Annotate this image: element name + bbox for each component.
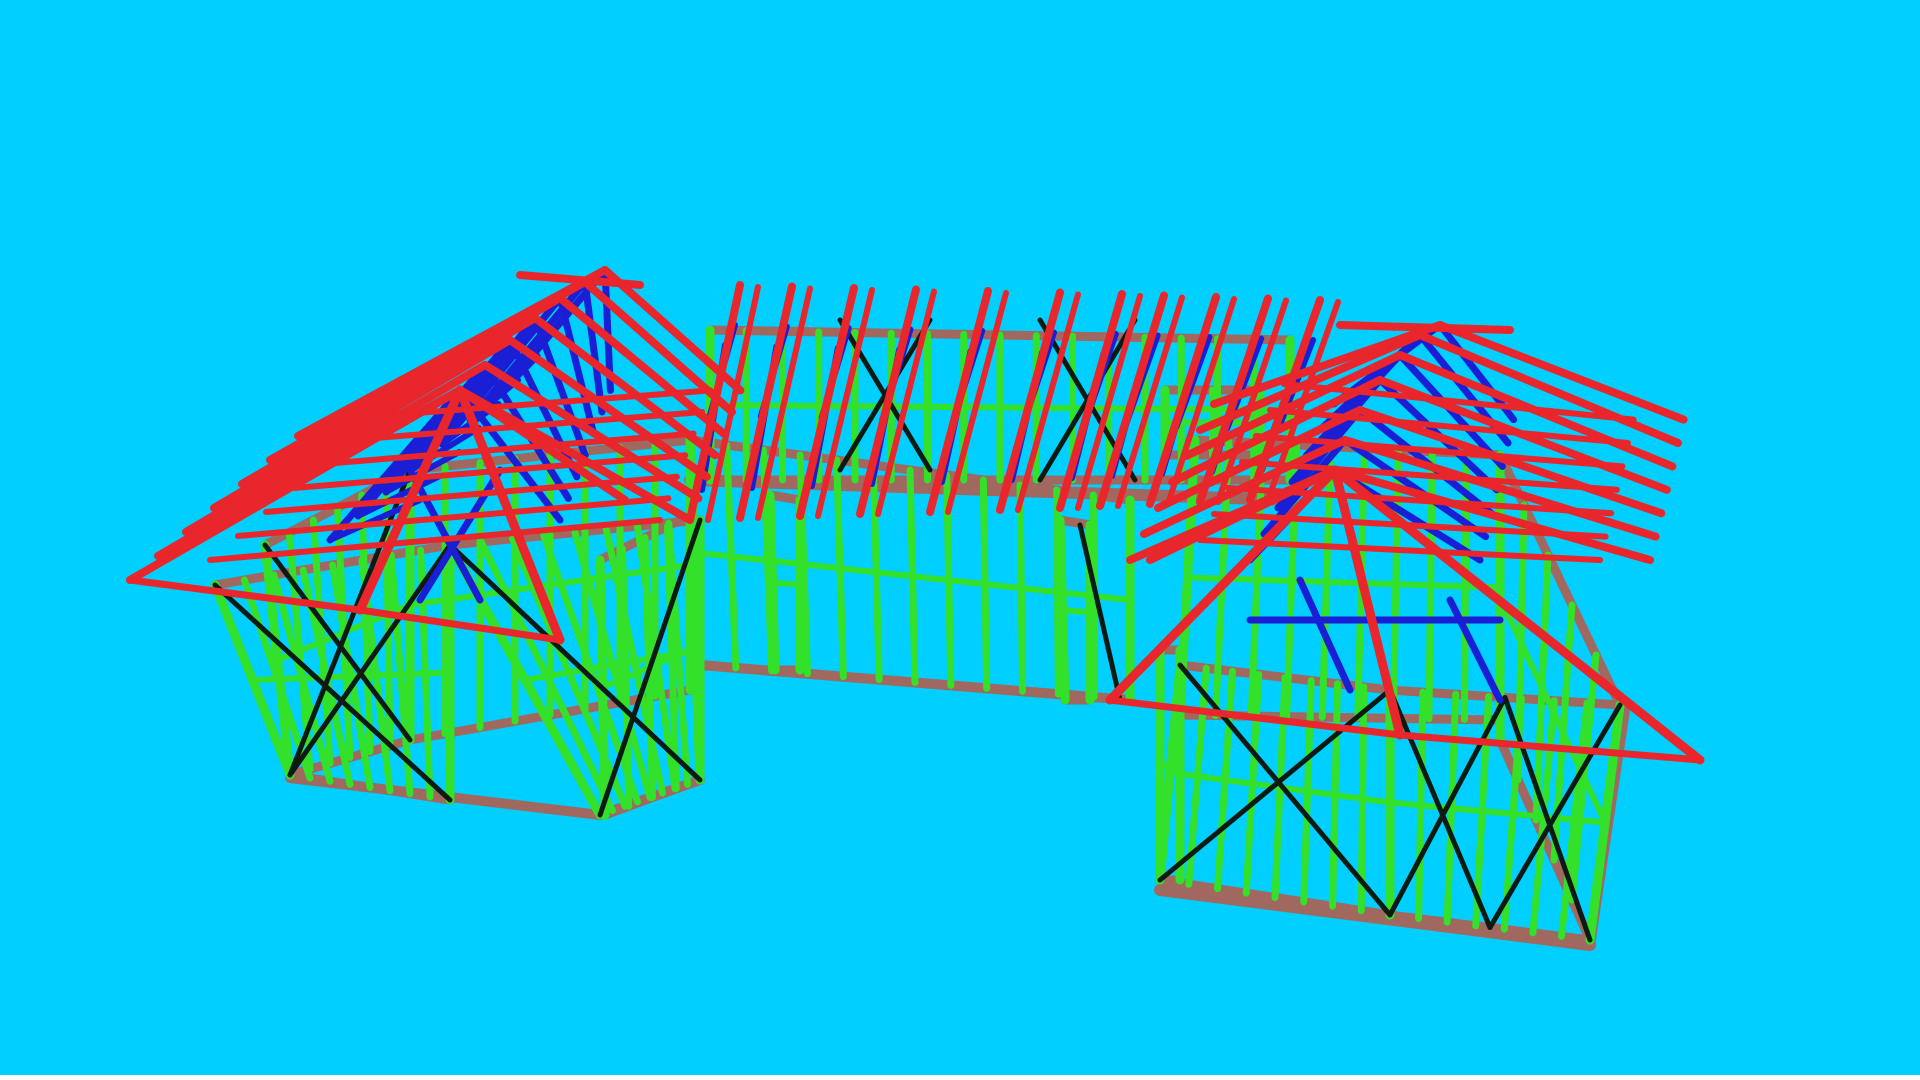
wall-stud-member — [769, 579, 803, 588]
steel-frame-model[interactable] — [0, 0, 1920, 1080]
rafter-member — [516, 271, 644, 289]
wall-stud-member — [1059, 607, 1093, 616]
rafter-member — [1336, 321, 1514, 334]
3d-viewport[interactable] — [0, 0, 1920, 1080]
truss-web-member — [1446, 596, 1504, 704]
wall-stud-member — [707, 402, 1293, 413]
